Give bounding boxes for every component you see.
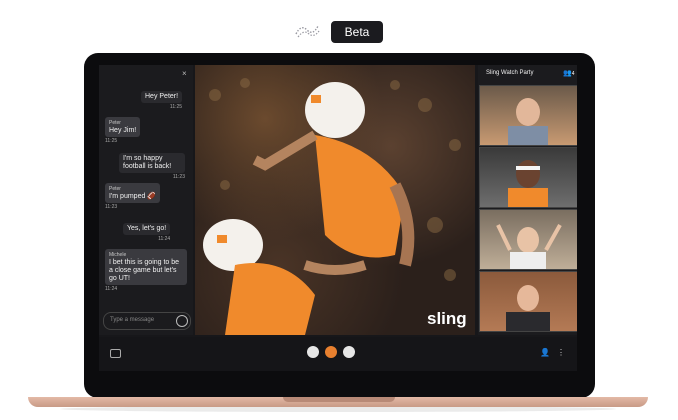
sling-logo-icon xyxy=(295,25,320,38)
chat-message: Yes, let's go! 11:24 xyxy=(123,223,171,243)
chat-message-input[interactable]: Type a message xyxy=(103,312,191,330)
main-video-feed: sling xyxy=(195,65,475,335)
call-control-bar: 👤 ⋮ xyxy=(99,337,577,371)
laptop-notch xyxy=(283,397,395,402)
beta-badge: Beta xyxy=(331,21,383,43)
chat-close-button[interactable]: × xyxy=(182,69,187,78)
chat-bubble-icon[interactable] xyxy=(110,349,121,358)
participant-video[interactable] xyxy=(479,271,577,332)
people-icon[interactable]: 👤 xyxy=(540,348,550,357)
participant-video[interactable] xyxy=(479,209,577,270)
mic-icon[interactable] xyxy=(307,346,319,358)
chat-message: Hey Peter! 11:25 xyxy=(141,91,183,111)
app-screen: × Hey Peter! 11:25 Peter Hey Jim! 11:25 … xyxy=(99,65,577,371)
smiley-icon[interactable] xyxy=(176,315,188,327)
sling-brand-watermark: sling xyxy=(427,309,467,328)
chat-panel: × Hey Peter! 11:25 Peter Hey Jim! 11:25 … xyxy=(99,65,193,335)
participant-video[interactable] xyxy=(479,147,577,208)
football-players-image xyxy=(203,78,461,335)
chat-message: Peter Hey Jim! 11:25 xyxy=(105,117,141,145)
camera-icon[interactable] xyxy=(343,346,355,358)
chat-message: I'm so happy football is back! 11:23 xyxy=(119,153,185,181)
more-vertical-icon[interactable]: ⋮ xyxy=(557,348,565,357)
participants-panel: Sling Watch Party 👥4 xyxy=(478,65,577,335)
chat-message: Peter I'm pumped 🏈 11:23 xyxy=(105,183,161,211)
participants-count: 👥4 xyxy=(563,70,575,77)
watch-party-title: Sling Watch Party xyxy=(486,70,534,76)
chat-message: Michele I bet this is going to be a clos… xyxy=(105,249,187,293)
participant-video[interactable] xyxy=(479,85,577,146)
end-call-icon[interactable] xyxy=(325,346,337,358)
